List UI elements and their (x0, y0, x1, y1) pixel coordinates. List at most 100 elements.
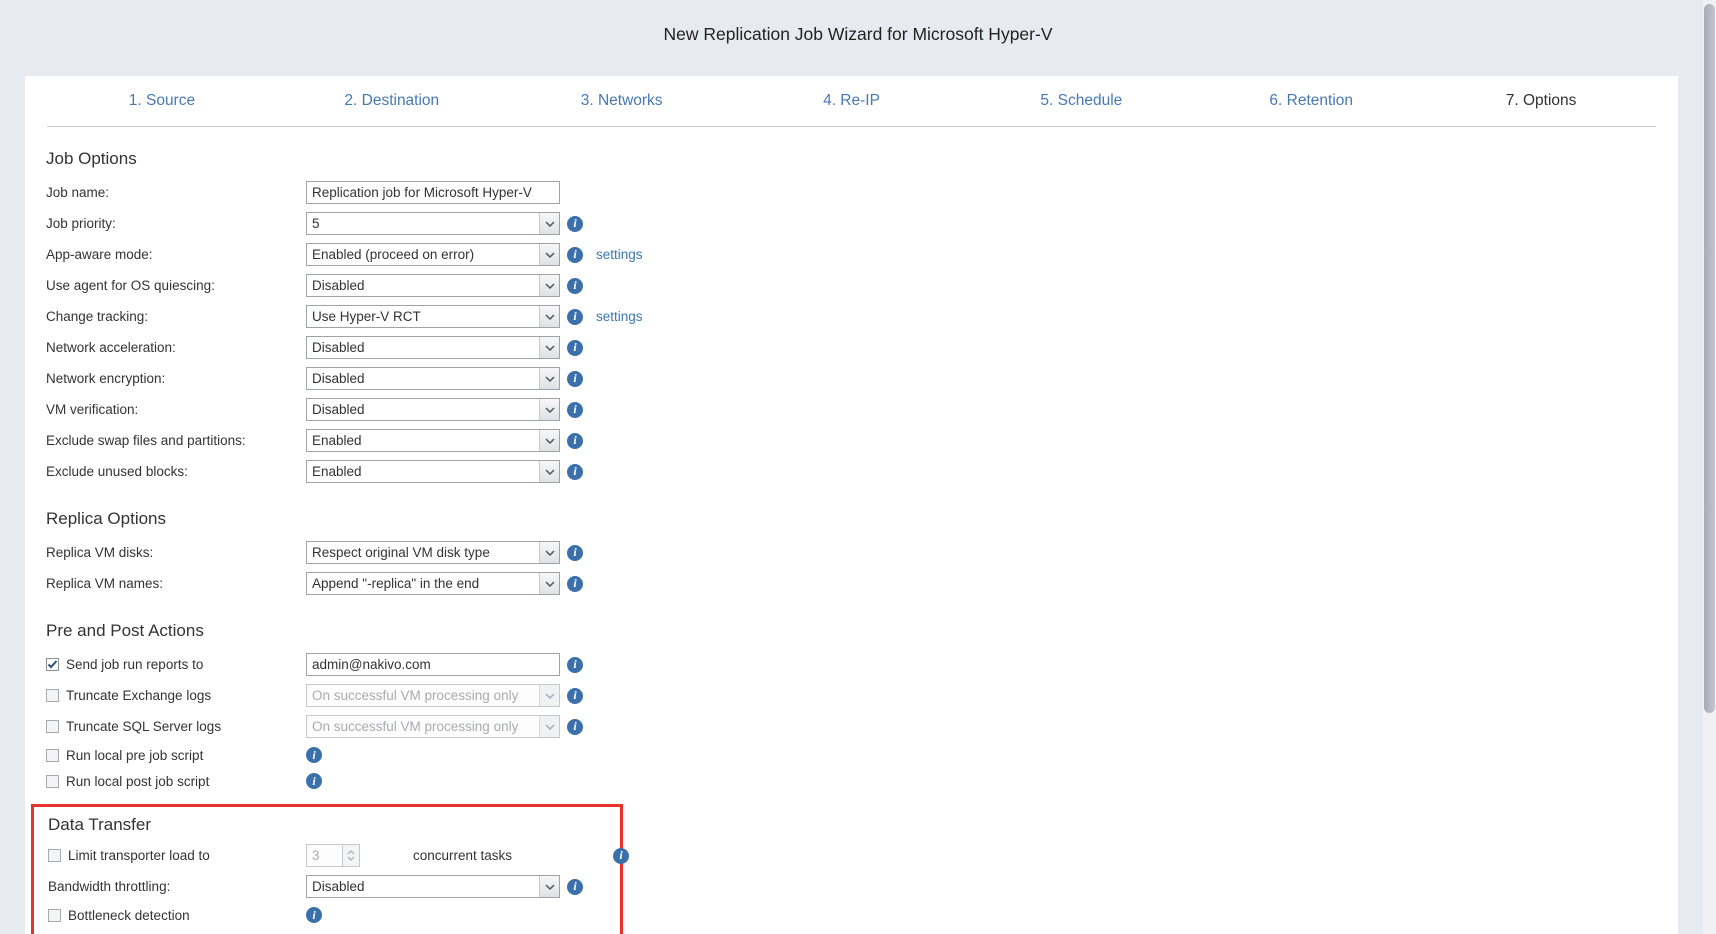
vm-verification-row: VM verification: Disabled i (25, 394, 1678, 425)
limit-transporter-checkbox[interactable] (48, 849, 61, 862)
network-encryption-select[interactable]: Disabled (306, 367, 560, 390)
chevron-down-icon (539, 213, 559, 234)
bandwidth-throttling-select[interactable]: Disabled (306, 875, 560, 898)
info-icon[interactable]: i (567, 309, 583, 325)
info-icon[interactable]: i (567, 433, 583, 449)
tab-schedule[interactable]: 5. Schedule (966, 76, 1196, 126)
info-icon[interactable]: i (567, 576, 583, 592)
network-acceleration-label: Network acceleration: (46, 340, 306, 355)
pre-script-label: Run local pre job script (66, 748, 203, 763)
job-name-label: Job name: (46, 185, 306, 200)
pre-script-row: Run local pre job script i (25, 742, 1678, 768)
exclude-unused-row: Exclude unused blocks: Enabled i (25, 456, 1678, 487)
stepper-arrows-icon (343, 844, 360, 867)
info-icon[interactable]: i (567, 545, 583, 561)
change-tracking-select[interactable]: Use Hyper-V RCT (306, 305, 560, 328)
info-icon[interactable]: i (567, 688, 583, 704)
truncate-sql-checkbox[interactable] (46, 720, 59, 733)
truncate-exchange-select: On successful VM processing only (306, 684, 560, 707)
truncate-sql-row: Truncate SQL Server logs On successful V… (25, 711, 1678, 742)
chevron-down-icon (539, 368, 559, 389)
post-script-label: Run local post job script (66, 774, 209, 789)
network-encryption-label: Network encryption: (46, 371, 306, 386)
send-reports-row: Send job run reports to i (25, 649, 1678, 680)
info-icon[interactable]: i (567, 278, 583, 294)
info-icon[interactable]: i (567, 340, 583, 356)
vm-verification-select[interactable]: Disabled (306, 398, 560, 421)
replica-options-heading: Replica Options (46, 509, 1678, 529)
data-transfer-heading: Data Transfer (48, 815, 620, 835)
app-aware-select[interactable]: Enabled (proceed on error) (306, 243, 560, 266)
job-priority-select[interactable]: 5 (306, 212, 560, 235)
tab-source[interactable]: 1. Source (47, 76, 277, 126)
exclude-unused-label: Exclude unused blocks: (46, 464, 306, 479)
bottleneck-detection-row: Bottleneck detection i (34, 902, 620, 928)
info-icon[interactable]: i (613, 848, 629, 864)
truncate-sql-select: On successful VM processing only (306, 715, 560, 738)
network-acceleration-row: Network acceleration: Disabled i (25, 332, 1678, 363)
network-acceleration-select[interactable]: Disabled (306, 336, 560, 359)
chevron-down-icon (539, 685, 559, 706)
job-options-heading: Job Options (46, 149, 1678, 169)
limit-transporter-row: Limit transporter load to 3 concurrent t… (34, 840, 620, 871)
chevron-down-icon (539, 306, 559, 327)
replica-disks-label: Replica VM disks: (46, 545, 306, 560)
tab-options[interactable]: 7. Options (1426, 76, 1656, 126)
replica-names-select[interactable]: Append "-replica" in the end (306, 572, 560, 595)
info-icon[interactable]: i (567, 879, 583, 895)
send-reports-label: Send job run reports to (66, 657, 203, 672)
chevron-down-icon (539, 275, 559, 296)
tab-retention[interactable]: 6. Retention (1196, 76, 1426, 126)
info-icon[interactable]: i (567, 657, 583, 673)
exclude-swap-label: Exclude swap files and partitions: (46, 433, 306, 448)
job-name-input[interactable] (306, 181, 560, 204)
exclude-swap-select[interactable]: Enabled (306, 429, 560, 452)
info-icon[interactable]: i (306, 773, 322, 789)
os-quiescing-select[interactable]: Disabled (306, 274, 560, 297)
info-icon[interactable]: i (567, 402, 583, 418)
os-quiescing-label: Use agent for OS quiescing: (46, 278, 306, 293)
bandwidth-throttling-row: Bandwidth throttling: Disabled i (34, 871, 620, 902)
replica-disks-row: Replica VM disks: Respect original VM di… (25, 537, 1678, 568)
vertical-scrollbar[interactable] (1703, 0, 1716, 934)
info-icon[interactable]: i (567, 216, 583, 232)
send-reports-checkbox[interactable] (46, 658, 59, 671)
bottleneck-detection-checkbox[interactable] (48, 909, 61, 922)
app-aware-row: App-aware mode: Enabled (proceed on erro… (25, 239, 1678, 270)
info-icon[interactable]: i (306, 907, 322, 923)
change-tracking-label: Change tracking: (46, 309, 306, 324)
info-icon[interactable]: i (567, 719, 583, 735)
change-tracking-row: Change tracking: Use Hyper-V RCT i setti… (25, 301, 1678, 332)
scrollbar-thumb[interactable] (1704, 4, 1715, 713)
exclude-swap-row: Exclude swap files and partitions: Enabl… (25, 425, 1678, 456)
report-email-input[interactable] (306, 653, 560, 676)
info-icon[interactable]: i (306, 747, 322, 763)
exclude-unused-select[interactable]: Enabled (306, 460, 560, 483)
post-script-checkbox[interactable] (46, 775, 59, 788)
tab-destination[interactable]: 2. Destination (277, 76, 507, 126)
chevron-down-icon (539, 716, 559, 737)
truncate-exchange-row: Truncate Exchange logs On successful VM … (25, 680, 1678, 711)
pre-script-checkbox[interactable] (46, 749, 59, 762)
tab-networks[interactable]: 3. Networks (507, 76, 737, 126)
tab-reip[interactable]: 4. Re-IP (737, 76, 967, 126)
bandwidth-throttling-label: Bandwidth throttling: (48, 879, 306, 894)
change-tracking-settings-link[interactable]: settings (596, 309, 643, 324)
job-priority-row: Job priority: 5 i (25, 208, 1678, 239)
chevron-down-icon (539, 461, 559, 482)
chevron-down-icon (539, 337, 559, 358)
chevron-down-icon (539, 430, 559, 451)
info-icon[interactable]: i (567, 371, 583, 387)
post-script-row: Run local post job script i (25, 768, 1678, 794)
replica-disks-select[interactable]: Respect original VM disk type (306, 541, 560, 564)
pre-post-actions-heading: Pre and Post Actions (46, 621, 1678, 641)
truncate-exchange-checkbox[interactable] (46, 689, 59, 702)
chevron-down-icon (539, 399, 559, 420)
info-icon[interactable]: i (567, 247, 583, 263)
data-transfer-highlight-box: Data Transfer Limit transporter load to … (31, 804, 623, 934)
os-quiescing-row: Use agent for OS quiescing: Disabled i (25, 270, 1678, 301)
truncate-sql-label: Truncate SQL Server logs (66, 719, 221, 734)
info-icon[interactable]: i (567, 464, 583, 480)
limit-transporter-label: Limit transporter load to (68, 848, 210, 863)
app-aware-settings-link[interactable]: settings (596, 247, 643, 262)
